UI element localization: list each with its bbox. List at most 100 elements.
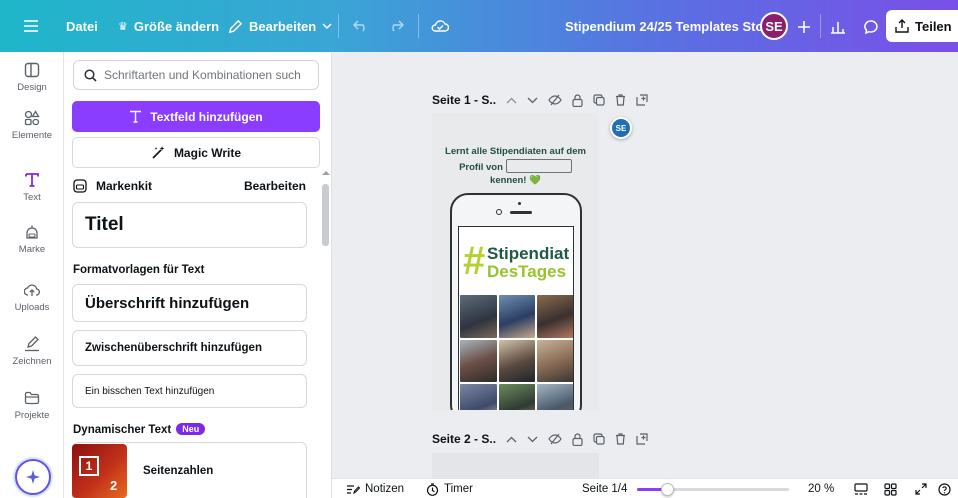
rail-item-design[interactable]: Design [0,62,64,93]
editor-canvas: Seite 1 - S.. Lernt alle Stipendiaten au… [332,52,958,478]
add-textbox-button[interactable]: Textfeld hinzufügen [72,101,320,132]
brand-icon [26,225,38,239]
subheading-style-card[interactable]: Zwischenüberschrift hinzufügen [72,330,307,366]
page-1-header: Seite 1 - S.. [432,90,648,110]
scrollbar-thumb[interactable] [322,184,329,246]
magic-sparkle-button[interactable] [15,459,51,495]
zoom-slider-knob[interactable] [661,483,675,496]
heading-style-card[interactable]: Überschrift hinzufügen [72,284,307,322]
chevron-down-icon [322,22,332,29]
collage-photo [460,295,497,338]
collaborator-avatar[interactable]: SE [610,117,632,139]
undo-icon[interactable] [353,0,369,52]
brandkit-edit-link[interactable]: Bearbeiten [244,179,306,193]
trash-icon[interactable] [615,433,626,445]
title-style-card[interactable]: Titel [72,202,307,248]
toolbar-divider [418,14,419,38]
page-2-title[interactable]: Seite 2 - S.. [432,432,496,446]
cloud-upload-icon [24,284,40,296]
rail-item-draw[interactable]: Zeichnen [0,336,64,367]
chevron-down-icon[interactable] [527,97,538,104]
hashtag-line-2: DesTages [487,262,567,281]
brand-kit-icon [73,179,87,193]
phone-camera-icon [496,209,502,215]
chevron-up-icon[interactable] [506,436,517,443]
menu-icon[interactable] [24,0,38,52]
notes-button[interactable]: Notizen [346,479,404,498]
scroll-up-arrow-icon [322,171,330,175]
dynamic-text-heading: Dynamischer Text Neu [73,423,206,436]
chevron-down-icon[interactable] [527,436,538,443]
phone-mockup[interactable]: # Stipendiat DesTages [450,193,582,410]
text-panel: Schriftarten und Kombinationen such Text… [64,52,332,498]
redo-icon[interactable] [388,0,404,52]
design-page-1[interactable]: Lernt alle Stipendiaten auf dem Profil v… [432,113,599,410]
lock-icon[interactable] [572,432,583,446]
photo-collage [460,295,573,410]
help-icon[interactable] [938,479,951,498]
rail-item-elements[interactable]: Elemente [0,110,64,141]
phone-camera-dot [518,202,521,205]
design-page-2[interactable] [432,453,599,478]
text-icon [25,173,39,187]
panel-scrollbar[interactable] [320,167,330,497]
magic-write-button[interactable]: Magic Write [72,137,320,168]
file-menu[interactable]: Datei [66,0,98,52]
magic-wand-icon [152,146,165,159]
font-search-input[interactable]: Schriftarten und Kombinationen such [73,60,319,90]
duplicate-icon[interactable] [593,94,605,106]
page-1-title[interactable]: Seite 1 - S.. [432,93,496,107]
zoom-slider[interactable] [637,483,789,496]
duplicate-icon[interactable] [593,433,605,445]
phone-speaker [510,211,532,214]
rail-item-brand[interactable]: Marke [0,224,64,255]
layout-icon [24,62,40,78]
cloud-saved-icon[interactable] [431,0,449,52]
page-2-header: Seite 2 - S.. [432,429,648,449]
crown-icon: ♛ [118,20,128,33]
collage-photo [498,339,536,383]
trash-icon[interactable] [615,94,626,106]
notes-icon [347,484,360,494]
pencil-icon [228,19,243,33]
pages-view-icon[interactable] [854,479,868,498]
page-indicator[interactable]: Seite 1/4 [582,479,627,498]
page-headline-text[interactable]: Lernt alle Stipendiaten auf dem Profil v… [436,146,595,187]
body-style-card[interactable]: Ein bisschen Text hinzufügen [72,374,307,408]
hashtag-symbol: # [463,239,486,283]
folder-icon [24,391,40,405]
zoom-level[interactable]: 20 % [808,479,834,498]
search-placeholder: Schriftarten und Kombinationen such [104,68,301,82]
collage-photo [498,295,536,338]
format-styles-heading: Formatvorlagen für Text [73,264,205,276]
name-placeholder-box[interactable] [505,158,572,173]
chevron-up-icon[interactable] [506,97,517,104]
fullscreen-icon[interactable] [915,479,927,498]
hide-eye-icon[interactable] [548,433,562,445]
rail-item-uploads[interactable]: Uploads [0,282,64,313]
hide-eye-icon[interactable] [548,94,562,106]
collage-photo [537,384,573,410]
toolbar-divider [338,14,339,38]
rail-item-projects[interactable]: Projekte [0,390,64,421]
add-collaborator-icon[interactable] [791,14,817,40]
document-title[interactable]: Stipendium 24/25 Templates Story [565,0,776,52]
bottom-bar: Notizen Timer Seite 1/4 20 % [332,478,958,498]
user-avatar[interactable]: SE [760,12,788,40]
collage-photo [537,339,573,383]
text-icon [130,110,142,123]
timer-icon [426,482,439,496]
grid-view-icon[interactable] [884,479,897,498]
phone-screen: # Stipendiat DesTages [458,226,574,410]
resize-button[interactable]: ♛ Größe ändern [118,0,219,52]
analytics-icon[interactable] [825,14,851,40]
edit-menu[interactable]: Bearbeiten [228,0,332,52]
lock-icon[interactable] [572,93,583,107]
rail-item-text[interactable]: Text [0,172,64,203]
comment-icon[interactable] [858,14,884,40]
add-page-icon[interactable] [636,433,648,445]
add-page-icon[interactable] [636,94,648,106]
collage-photo [460,339,497,383]
timer-button[interactable]: Timer [426,479,473,498]
share-button[interactable]: Teilen [886,10,958,42]
